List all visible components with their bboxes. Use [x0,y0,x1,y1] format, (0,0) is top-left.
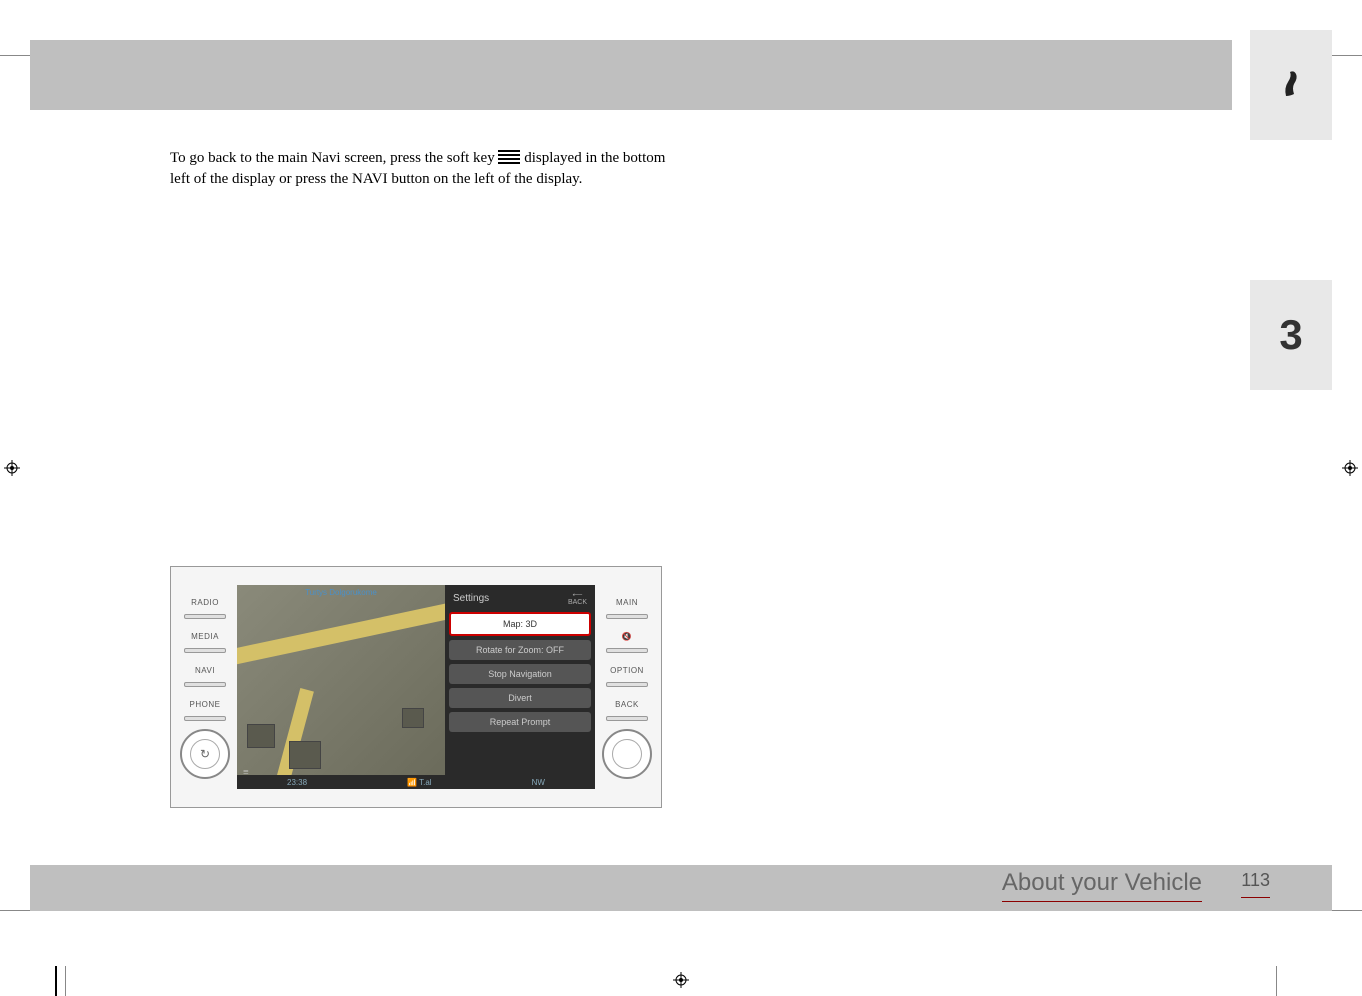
menu-item-stop-navigation: Stop Navigation [449,664,591,684]
right-rotary-knob [602,729,652,779]
right-hard-buttons: MAIN 🔇 OPTION BACK [597,579,657,795]
map-building [247,724,275,748]
menu-item-rotate-zoom: Rotate for Zoom: OFF [449,640,591,660]
map-street-label: Turtys Dolgorukome [305,589,377,598]
left-rotary-knob: ↻ [180,729,230,779]
main-button: MAIN [601,587,653,617]
ferrari-horse-icon [1280,68,1302,103]
map-building [402,708,424,728]
content-area: 3 To go back to the main Navi screen, pr… [30,0,1332,966]
power-icon: ↻ [190,739,220,769]
menu-title: Settings [453,593,489,604]
signal-indicator: 📶 T.al [407,778,432,787]
back-arrow-icon: ⟵ [572,591,582,599]
map-road [237,600,445,668]
map-menu-softkey-icon: ≡ [243,767,253,775]
mute-icon: 🔇 [622,632,632,641]
registration-mark-icon [4,460,20,476]
crop-mark [1276,966,1277,996]
infotainment-figure: RADIO MEDIA NAVI PHONE ↻ Turt [170,566,662,808]
body-text-pre: To go back to the main Navi screen, pres… [170,150,498,166]
page-container: 3 To go back to the main Navi screen, pr… [30,0,1332,966]
navi-button: NAVI [179,655,231,685]
crop-mark [1332,910,1362,911]
crop-mark [55,966,57,996]
menu-title-row: Settings ⟵ BACK [449,589,591,608]
registration-mark-icon [673,972,689,988]
menu-item-repeat-prompt: Repeat Prompt [449,712,591,732]
chapter-tab: 3 [1250,280,1332,390]
registration-mark-icon [1342,460,1358,476]
crop-mark [0,55,30,56]
left-hard-buttons: RADIO MEDIA NAVI PHONE ↻ [175,579,235,795]
compass-heading: NW [532,778,545,787]
back-label: BACK [568,599,587,606]
back-button: BACK [601,689,653,719]
menu-item-divert: Divert [449,688,591,708]
status-bar: 23:38 📶 T.al NW [237,775,595,789]
infotainment-screen: Turtys Dolgorukome ≡ Via Ludovi Settings… [237,585,595,789]
page-number: 113 [1241,870,1270,898]
phone-button: PHONE [179,689,231,719]
map-view: Turtys Dolgorukome ≡ Via Ludovi [237,585,445,789]
chapter-number: 3 [1279,311,1302,359]
settings-menu-panel: Settings ⟵ BACK Map: 3D Rotate for Zoom:… [445,585,595,789]
crop-mark [0,910,30,911]
header-band [30,40,1232,110]
body-paragraph: To go back to the main Navi screen, pres… [170,148,670,190]
mute-button: 🔇 [601,621,653,651]
radio-button: RADIO [179,587,231,617]
option-button: OPTION [601,655,653,685]
media-button: MEDIA [179,621,231,651]
clock: 23:38 [287,778,307,787]
knob-center [612,739,642,769]
menu-item-map-mode: Map: 3D [449,612,591,636]
back-softkey: ⟵ BACK [568,591,587,606]
crop-mark [1332,55,1362,56]
menu-softkey-icon [498,150,520,164]
crop-mark [65,966,66,996]
brand-logo-box [1250,30,1332,140]
section-title: About your Vehicle [1002,869,1202,902]
map-building [289,741,321,769]
